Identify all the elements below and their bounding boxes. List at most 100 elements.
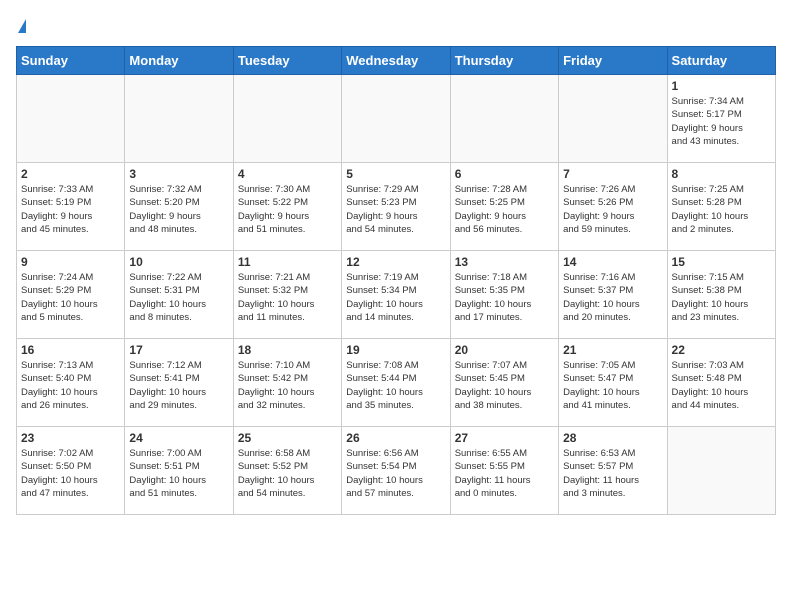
day-number: 13 [455, 255, 554, 269]
day-info: Sunrise: 7:13 AMSunset: 5:40 PMDaylight:… [21, 359, 120, 412]
calendar-cell: 16 Sunrise: 7:13 AMSunset: 5:40 PMDayligh… [17, 339, 125, 427]
calendar-cell [342, 75, 450, 163]
calendar-cell: 25Sunrise: 6:58 AMSunset: 5:52 PMDayligh… [233, 427, 341, 515]
calendar-cell: 1 Sunrise: 7:34 AMSunset: 5:17 PMDaylight… [667, 75, 775, 163]
day-number: 6 [455, 167, 554, 181]
calendar-cell: 10 Sunrise: 7:22 AMSunset: 5:31 PMDayligh… [125, 251, 233, 339]
calendar-cell: 27 Sunrise: 6:55 AMSunset: 5:55 PMDayligh… [450, 427, 558, 515]
day-number: 28 [563, 431, 662, 445]
calendar-cell: 24Sunrise: 7:00 AMSunset: 5:51 PMDayligh… [125, 427, 233, 515]
weekday-header-saturday: Saturday [667, 47, 775, 75]
day-info: Sunrise: 7:05 AMSunset: 5:47 PMDaylight:… [563, 359, 662, 412]
calendar-cell: 21 Sunrise: 7:05 AMSunset: 5:47 PMDayligh… [559, 339, 667, 427]
day-number: 26 [346, 431, 445, 445]
calendar-body: 1 Sunrise: 7:34 AMSunset: 5:17 PMDaylight… [17, 75, 776, 515]
calendar-cell: 2Sunrise: 7:33 AMSunset: 5:19 PMDaylight… [17, 163, 125, 251]
day-number: 12 [346, 255, 445, 269]
calendar-cell: 19 Sunrise: 7:08 AMSunset: 5:44 PMDayligh… [342, 339, 450, 427]
day-info: Sunrise: 7:08 AMSunset: 5:44 PMDaylight:… [346, 359, 445, 412]
day-info: Sunrise: 7:34 AMSunset: 5:17 PMDaylight:… [672, 95, 771, 148]
week-row-5: 23Sunrise: 7:02 AMSunset: 5:50 PMDayligh… [17, 427, 776, 515]
calendar-cell: 22 Sunrise: 7:03 AMSunset: 5:48 PMDayligh… [667, 339, 775, 427]
day-number: 16 [21, 343, 120, 357]
weekday-header-sunday: Sunday [17, 47, 125, 75]
day-info: Sunrise: 7:28 AMSunset: 5:25 PMDaylight:… [455, 183, 554, 236]
calendar-cell [17, 75, 125, 163]
day-number: 15 [672, 255, 771, 269]
day-number: 3 [129, 167, 228, 181]
calendar-cell: 7 Sunrise: 7:26 AMSunset: 5:26 PMDaylight… [559, 163, 667, 251]
calendar-cell [559, 75, 667, 163]
day-number: 4 [238, 167, 337, 181]
calendar-cell: 4 Sunrise: 7:30 AMSunset: 5:22 PMDaylight… [233, 163, 341, 251]
calendar-cell [667, 427, 775, 515]
calendar-cell: 13 Sunrise: 7:18 AMSunset: 5:35 PMDayligh… [450, 251, 558, 339]
calendar-cell: 15 Sunrise: 7:15 AMSunset: 5:38 PMDayligh… [667, 251, 775, 339]
day-info: Sunrise: 7:02 AMSunset: 5:50 PMDaylight:… [21, 447, 120, 500]
calendar-cell: 28 Sunrise: 6:53 AMSunset: 5:57 PMDayligh… [559, 427, 667, 515]
calendar-cell: 9 Sunrise: 7:24 AMSunset: 5:29 PMDaylight… [17, 251, 125, 339]
day-info: Sunrise: 7:19 AMSunset: 5:34 PMDaylight:… [346, 271, 445, 324]
calendar-cell: 20 Sunrise: 7:07 AMSunset: 5:45 PMDayligh… [450, 339, 558, 427]
day-number: 19 [346, 343, 445, 357]
day-number: 10 [129, 255, 228, 269]
day-info: Sunrise: 7:26 AMSunset: 5:26 PMDaylight:… [563, 183, 662, 236]
calendar-cell [450, 75, 558, 163]
week-row-4: 16 Sunrise: 7:13 AMSunset: 5:40 PMDayligh… [17, 339, 776, 427]
day-info: Sunrise: 7:32 AMSunset: 5:20 PMDaylight:… [129, 183, 228, 236]
day-number: 24 [129, 431, 228, 445]
day-info: Sunrise: 6:58 AMSunset: 5:52 PMDaylight:… [238, 447, 337, 500]
day-info: Sunrise: 6:56 AMSunset: 5:54 PMDaylight:… [346, 447, 445, 500]
calendar-cell: 11 Sunrise: 7:21 AMSunset: 5:32 PMDayligh… [233, 251, 341, 339]
day-number: 20 [455, 343, 554, 357]
calendar-cell: 12 Sunrise: 7:19 AMSunset: 5:34 PMDayligh… [342, 251, 450, 339]
day-number: 7 [563, 167, 662, 181]
week-row-1: 1 Sunrise: 7:34 AMSunset: 5:17 PMDaylight… [17, 75, 776, 163]
day-info: Sunrise: 7:29 AMSunset: 5:23 PMDaylight:… [346, 183, 445, 236]
logo [16, 16, 26, 38]
day-number: 8 [672, 167, 771, 181]
weekday-row: SundayMondayTuesdayWednesdayThursdayFrid… [17, 47, 776, 75]
day-info: Sunrise: 6:55 AMSunset: 5:55 PMDaylight:… [455, 447, 554, 500]
calendar-header: SundayMondayTuesdayWednesdayThursdayFrid… [17, 47, 776, 75]
calendar-cell: 3 Sunrise: 7:32 AMSunset: 5:20 PMDaylight… [125, 163, 233, 251]
calendar-cell: 5 Sunrise: 7:29 AMSunset: 5:23 PMDaylight… [342, 163, 450, 251]
day-info: Sunrise: 7:15 AMSunset: 5:38 PMDaylight:… [672, 271, 771, 324]
day-info: Sunrise: 7:25 AMSunset: 5:28 PMDaylight:… [672, 183, 771, 236]
page-header [16, 16, 776, 38]
day-info: Sunrise: 7:24 AMSunset: 5:29 PMDaylight:… [21, 271, 120, 324]
day-info: Sunrise: 7:03 AMSunset: 5:48 PMDaylight:… [672, 359, 771, 412]
weekday-header-thursday: Thursday [450, 47, 558, 75]
calendar-cell: 14 Sunrise: 7:16 AMSunset: 5:37 PMDayligh… [559, 251, 667, 339]
calendar-cell [233, 75, 341, 163]
day-info: Sunrise: 7:30 AMSunset: 5:22 PMDaylight:… [238, 183, 337, 236]
calendar-cell: 18 Sunrise: 7:10 AMSunset: 5:42 PMDayligh… [233, 339, 341, 427]
day-info: Sunrise: 7:18 AMSunset: 5:35 PMDaylight:… [455, 271, 554, 324]
weekday-header-friday: Friday [559, 47, 667, 75]
weekday-header-tuesday: Tuesday [233, 47, 341, 75]
weekday-header-wednesday: Wednesday [342, 47, 450, 75]
day-number: 22 [672, 343, 771, 357]
day-info: Sunrise: 7:07 AMSunset: 5:45 PMDaylight:… [455, 359, 554, 412]
day-info: Sunrise: 7:12 AMSunset: 5:41 PMDaylight:… [129, 359, 228, 412]
calendar-cell: 6 Sunrise: 7:28 AMSunset: 5:25 PMDaylight… [450, 163, 558, 251]
day-number: 27 [455, 431, 554, 445]
day-info: Sunrise: 7:16 AMSunset: 5:37 PMDaylight:… [563, 271, 662, 324]
day-info: Sunrise: 7:22 AMSunset: 5:31 PMDaylight:… [129, 271, 228, 324]
day-info: Sunrise: 6:53 AMSunset: 5:57 PMDaylight:… [563, 447, 662, 500]
logo-text [16, 16, 26, 38]
day-number: 1 [672, 79, 771, 93]
day-number: 14 [563, 255, 662, 269]
calendar-cell [125, 75, 233, 163]
day-number: 17 [129, 343, 228, 357]
day-number: 21 [563, 343, 662, 357]
day-info: Sunrise: 7:10 AMSunset: 5:42 PMDaylight:… [238, 359, 337, 412]
day-info: Sunrise: 7:33 AMSunset: 5:19 PMDaylight:… [21, 183, 120, 236]
day-number: 18 [238, 343, 337, 357]
day-number: 9 [21, 255, 120, 269]
day-number: 5 [346, 167, 445, 181]
day-info: Sunrise: 7:21 AMSunset: 5:32 PMDaylight:… [238, 271, 337, 324]
calendar-cell: 17 Sunrise: 7:12 AMSunset: 5:41 PMDayligh… [125, 339, 233, 427]
day-number: 11 [238, 255, 337, 269]
calendar-cell: 8 Sunrise: 7:25 AMSunset: 5:28 PMDaylight… [667, 163, 775, 251]
